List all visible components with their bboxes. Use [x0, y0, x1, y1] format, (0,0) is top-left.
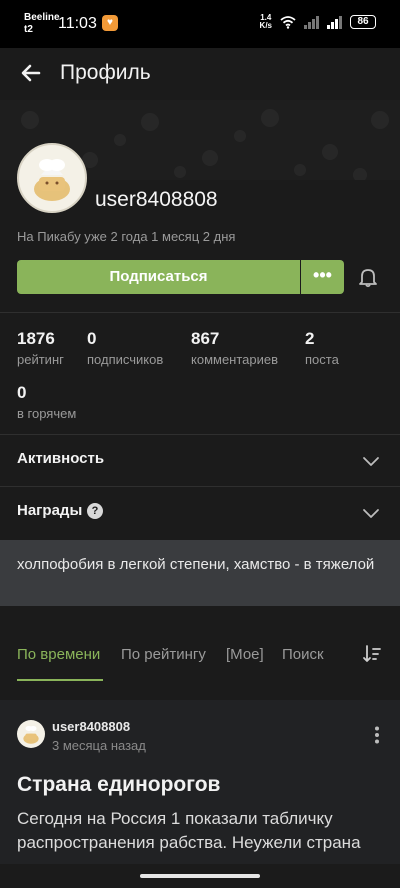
- stat-label: поста: [305, 352, 339, 367]
- post-tabs: По времени По рейтингу [Мое] Поиск: [0, 630, 400, 682]
- carrier-secondary: t2: [24, 24, 33, 35]
- post-title[interactable]: Страна единорогов: [17, 773, 220, 797]
- activity-section[interactable]: Активность: [0, 434, 400, 486]
- post-author[interactable]: user8408808: [52, 719, 130, 734]
- status-indicators: 1.4 K/s 86: [260, 14, 376, 30]
- wifi-icon: [280, 16, 296, 29]
- avatar-image: [34, 159, 70, 201]
- tab-by-rating[interactable]: По рейтингу: [121, 646, 206, 663]
- carrier: Beeline t2: [24, 12, 60, 36]
- help-icon[interactable]: ?: [87, 503, 103, 519]
- home-indicator[interactable]: [140, 874, 260, 878]
- chevron-down-icon: [363, 457, 379, 466]
- stat-label: подписчиков: [87, 352, 164, 367]
- awards-section[interactable]: Награды ?: [0, 486, 400, 538]
- stat-value: 1876: [17, 329, 55, 348]
- stat-value: 2: [305, 329, 315, 348]
- system-nav-bar: [0, 864, 400, 888]
- stat-value: 0: [87, 329, 97, 348]
- battery-icon: 86: [350, 15, 376, 29]
- stat-label: в горячем: [17, 406, 77, 421]
- status-time: 11:03: [58, 15, 97, 32]
- net-speed: 1.4 K/s: [260, 14, 272, 30]
- awards-label: Награды: [17, 502, 83, 519]
- member-since: На Пикабу уже 2 года 1 месяц 2 дня: [17, 229, 236, 244]
- tab-by-time[interactable]: По времени: [17, 646, 100, 663]
- activity-label: Активность: [17, 450, 105, 467]
- profile-bio: холпофобия в легкой степени, хамство - в…: [0, 540, 400, 606]
- stat-subscribers[interactable]: 0 подписчиков: [87, 329, 163, 367]
- signal-icon-2: [327, 15, 342, 29]
- stat-label: комментариев: [191, 352, 279, 367]
- profile-username: user8408808: [95, 188, 218, 211]
- subscribe-button[interactable]: Подписаться: [17, 260, 300, 294]
- stat-rating: 1876 рейтинг: [17, 329, 64, 367]
- more-vertical-icon[interactable]: [374, 726, 380, 744]
- post-time: 3 месяца назад: [52, 738, 146, 753]
- arrow-left-icon[interactable]: [18, 60, 44, 86]
- net-speed-unit: K/s: [259, 21, 272, 30]
- stat-value: 867: [191, 329, 220, 348]
- post-card[interactable]: user8408808 3 месяца назад Страна единор…: [0, 700, 400, 888]
- stat-posts[interactable]: 2 поста: [305, 329, 339, 367]
- stat-hot[interactable]: 0 в горячем: [17, 383, 76, 421]
- post-body: Сегодня на Россия 1 показали табличку ра…: [17, 809, 361, 852]
- bio-text: холпофобия в легкой степени, хамство - в…: [17, 556, 375, 573]
- tab-search[interactable]: Поиск: [282, 646, 324, 663]
- active-tab-indicator: [17, 679, 103, 681]
- stat-value: 0: [17, 383, 27, 402]
- post-author-avatar[interactable]: [17, 720, 45, 748]
- page-title: Профиль: [60, 61, 151, 84]
- avatar: [17, 143, 87, 213]
- more-options-button[interactable]: •••: [301, 260, 344, 294]
- tab-mine[interactable]: [Мое]: [226, 646, 264, 663]
- divider: [0, 312, 400, 313]
- app-bar: Профиль: [0, 48, 400, 100]
- carrier-name: Beeline: [24, 12, 60, 23]
- status-bar: Beeline t2 11:03 ♥ 1.4 K/s 86: [0, 0, 400, 48]
- notification-icon: ♥: [102, 15, 118, 31]
- signal-icon: [304, 15, 319, 29]
- stat-comments[interactable]: 867 комментариев: [191, 329, 278, 367]
- chevron-down-icon: [363, 509, 379, 518]
- avatar-image: [23, 725, 39, 744]
- sort-icon[interactable]: [362, 644, 382, 664]
- stat-label: рейтинг: [17, 352, 64, 367]
- bell-icon[interactable]: [357, 266, 379, 288]
